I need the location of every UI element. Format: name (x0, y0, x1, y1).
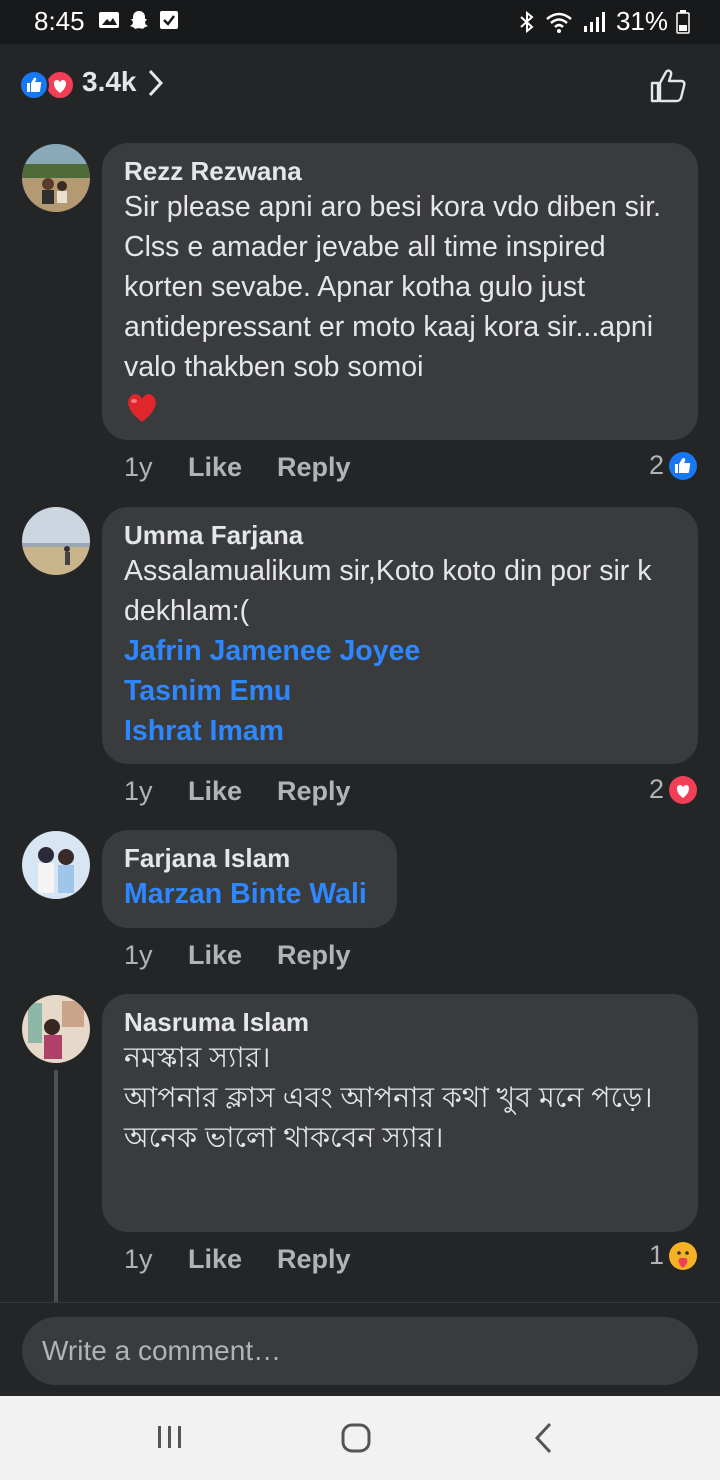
recent-apps-icon[interactable] (150, 1418, 190, 1458)
gallery-icon (99, 12, 119, 28)
reply-button[interactable]: Reply (277, 452, 351, 483)
back-icon[interactable] (524, 1418, 564, 1458)
mention-link[interactable]: Jafrin Jamenee Joyee (124, 631, 676, 671)
comment-time: 1y (124, 1244, 153, 1274)
comment-reactions[interactable]: 2 (649, 450, 698, 481)
comment-reactions[interactable]: 1 (649, 1240, 698, 1271)
comment-text: Sir please apni aro besi kora vdo diben … (124, 191, 662, 383)
snapchat-icon (130, 11, 148, 29)
comment-time: 1y (124, 452, 153, 482)
comment-time: 1y (124, 776, 153, 806)
like-button[interactable]: Like (188, 452, 277, 483)
comment-time: 1y (124, 940, 153, 970)
reply-button[interactable]: Reply (277, 776, 351, 807)
comment-author[interactable]: Farjana Islam (124, 842, 375, 874)
reply-button[interactable]: Reply (277, 940, 351, 971)
like-button[interactable]: Like (188, 776, 277, 807)
reaction-summary[interactable]: 3.4k (0, 44, 720, 124)
reaction-count[interactable]: 3.4k (82, 66, 137, 98)
home-icon[interactable] (336, 1418, 376, 1458)
comment-author[interactable]: Nasruma Islam (124, 1006, 676, 1038)
battery-percent: 31% (615, 6, 668, 36)
comment-bubble[interactable]: Farjana Islam Marzan Binte Wali (102, 830, 397, 928)
comment-author[interactable]: Rezz Rezwana (124, 155, 676, 187)
love-reaction-icon (669, 775, 697, 804)
comment-author[interactable]: Umma Farjana (124, 519, 676, 551)
chevron-right-icon[interactable] (146, 68, 166, 98)
comment-bubble[interactable]: Rezz Rezwana Sir please apni aro besi ko… (102, 143, 698, 440)
reply-thread-line (54, 1070, 58, 1302)
wifi-icon (546, 12, 572, 33)
comment-bubble[interactable]: Nasruma Islam নমস্কার স্যার। আপনার ক্লাস… (102, 994, 698, 1232)
avatar[interactable] (22, 831, 90, 899)
mention-link[interactable]: Tasnim Emu (124, 671, 676, 711)
like-reaction-icon (669, 451, 697, 480)
battery-icon (676, 9, 690, 34)
like-button[interactable]: Like (188, 940, 277, 971)
signal-icon (583, 11, 605, 32)
comment-bubble[interactable]: Umma Farjana Assalamualikum sir,Koto kot… (102, 507, 698, 764)
comment-text: নমস্কার স্যার। আপনার ক্লাস এবং আপনার কথা… (124, 1042, 653, 1154)
status-time: 8:45 (34, 6, 85, 36)
avatar[interactable] (22, 507, 90, 575)
reaction-count: 2 (648, 774, 664, 804)
care-reaction-icon (669, 1241, 697, 1270)
bluetooth-icon (520, 10, 534, 33)
comment-reactions[interactable]: 2 (649, 774, 698, 805)
system-nav-bar (0, 1396, 720, 1480)
checkbox-icon (160, 11, 178, 29)
comment-input[interactable]: Write a comment… (22, 1317, 698, 1385)
reaction-count: 2 (648, 450, 664, 480)
reply-button[interactable]: Reply (277, 1244, 351, 1275)
like-icon[interactable] (648, 66, 688, 106)
red-heart-icon (128, 394, 156, 422)
status-bar: 8:45 31% (0, 0, 720, 44)
avatar[interactable] (22, 144, 90, 212)
comment-composer: Write a comment… (0, 1302, 720, 1397)
avatar[interactable] (22, 995, 90, 1063)
mention-link[interactable]: Marzan Binte Wali (124, 874, 375, 914)
mention-link[interactable]: Ishrat Imam (124, 711, 676, 751)
reaction-count: 1 (648, 1240, 664, 1270)
like-button[interactable]: Like (188, 1244, 277, 1275)
comment-text: Assalamualikum sir,Koto koto din por sir… (124, 555, 652, 627)
reaction-icons (19, 70, 75, 100)
